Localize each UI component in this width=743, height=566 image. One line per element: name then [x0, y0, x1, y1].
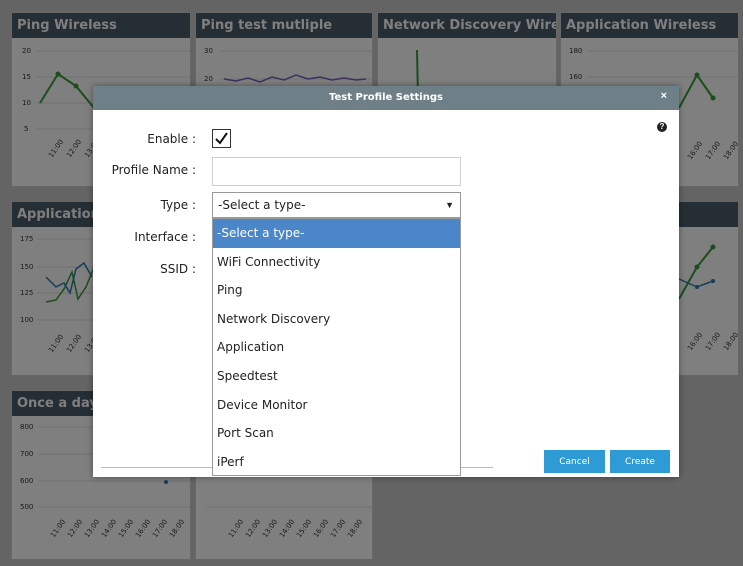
create-button[interactable]: Create — [610, 450, 670, 473]
option-speedtest[interactable]: Speedtest — [213, 362, 460, 391]
profile-name-label: Profile Name : — [111, 163, 196, 177]
checkmark-icon — [215, 132, 228, 145]
option-ping[interactable]: Ping — [213, 276, 460, 305]
caret-down-icon: ▼ — [445, 200, 454, 210]
option-iperf[interactable]: iPerf — [213, 448, 460, 477]
option-device-monitor[interactable]: Device Monitor — [213, 391, 460, 420]
ssid-label: SSID : — [160, 262, 196, 276]
test-profile-settings-dialog: Test Profile Settings × ? Enable : Profi… — [93, 86, 679, 477]
option-application[interactable]: Application — [213, 333, 460, 362]
option-network-discovery[interactable]: Network Discovery — [213, 305, 460, 334]
modal-title: Test Profile Settings — [329, 92, 443, 103]
interface-label: Interface : — [134, 230, 196, 244]
profile-name-input[interactable] — [212, 157, 461, 186]
close-icon[interactable]: × — [661, 90, 667, 102]
enable-label: Enable : — [147, 132, 196, 146]
type-label: Type : — [160, 198, 196, 212]
option-wifi-connectivity[interactable]: WiFi Connectivity — [213, 248, 460, 277]
help-icon[interactable]: ? — [657, 122, 667, 132]
enable-checkbox[interactable] — [212, 129, 231, 148]
type-select[interactable]: -Select a type- ▼ — [212, 192, 461, 218]
modal-header: Test Profile Settings × — [93, 86, 679, 110]
option-port-scan[interactable]: Port Scan — [213, 419, 460, 448]
type-dropdown-list: -Select a type- WiFi Connectivity Ping N… — [212, 218, 461, 476]
cancel-button[interactable]: Cancel — [544, 450, 605, 473]
type-select-value: -Select a type- — [218, 198, 306, 212]
option-select-a-type[interactable]: -Select a type- — [213, 219, 460, 248]
